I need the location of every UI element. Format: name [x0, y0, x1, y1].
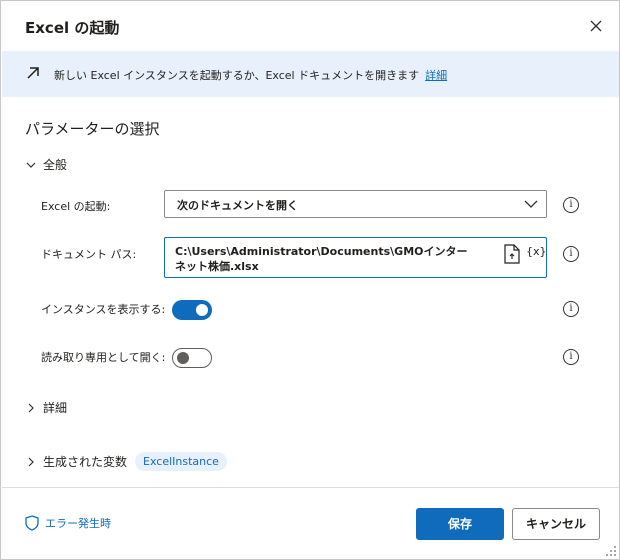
arrow-up-right-icon	[27, 67, 39, 79]
chevron-down-icon	[524, 200, 538, 208]
readonly-label: 読み取り専用として開く:	[41, 351, 166, 364]
launch-excel-value: 次のドキュメントを開く	[177, 199, 298, 212]
cancel-button[interactable]: キャンセル	[512, 508, 600, 540]
save-button[interactable]: 保存	[416, 508, 504, 540]
launch-excel-info-icon[interactable]: i	[563, 197, 579, 213]
launch-excel-dropdown[interactable]: 次のドキュメントを開く	[164, 190, 547, 218]
document-path-value: C:\Users\Administrator\Documents\GMOインター…	[175, 245, 468, 273]
on-error-link[interactable]: エラー発生時	[25, 515, 111, 531]
toggle-knob	[196, 304, 208, 316]
file-icon	[504, 244, 520, 264]
document-path-label: ドキュメント パス:	[41, 248, 137, 261]
chevron-down-icon	[26, 162, 36, 168]
info-text: 新しい Excel インスタンスを起動するか、Excel ドキュメントを開きます…	[54, 67, 447, 83]
close-icon	[590, 20, 602, 32]
variable-pill[interactable]: ExcelInstance	[135, 452, 227, 471]
shield-icon	[25, 515, 39, 531]
readonly-toggle[interactable]	[172, 348, 212, 368]
learn-more-link[interactable]: 詳細	[425, 69, 447, 82]
show-instance-toggle[interactable]	[172, 300, 212, 320]
group-variables-toggle[interactable]: 生成された変数 ExcelInstance	[25, 452, 227, 471]
show-instance-label: インスタンスを表示する:	[41, 303, 166, 316]
close-button[interactable]	[585, 15, 607, 37]
chevron-right-icon	[28, 403, 34, 412]
chevron-right-icon	[28, 457, 34, 466]
launch-excel-label: Excel の起動:	[41, 200, 111, 213]
parameters-heading: パラメーターの選択	[25, 120, 160, 138]
info-description: 新しい Excel インスタンスを起動するか、Excel ドキュメントを開きます	[54, 69, 420, 82]
resize-grip-icon[interactable]	[605, 545, 617, 557]
group-details-toggle[interactable]: 詳細	[25, 399, 67, 416]
on-error-label: エラー発生時	[45, 517, 111, 530]
insert-variable-button[interactable]: {x}	[526, 245, 547, 258]
toggle-knob	[177, 352, 189, 364]
dialog-title: Excel の起動	[25, 19, 120, 37]
group-details-label: 詳細	[43, 401, 68, 415]
document-path-info-icon[interactable]: i	[563, 246, 579, 262]
group-variables-label: 生成された変数	[43, 455, 128, 469]
readonly-info-icon[interactable]: i	[563, 349, 579, 365]
info-bar: 新しい Excel インスタンスを起動するか、Excel ドキュメントを開きます…	[2, 51, 619, 97]
document-path-input[interactable]: C:\Users\Administrator\Documents\GMOインター…	[164, 237, 547, 278]
browse-file-button[interactable]	[502, 243, 522, 265]
group-general-label: 全般	[43, 158, 68, 172]
group-general-toggle[interactable]: 全般	[25, 156, 67, 173]
show-instance-info-icon[interactable]: i	[563, 301, 579, 317]
launch-excel-dialog: Excel の起動 新しい Excel インスタンスを起動するか、Excel ド…	[0, 0, 620, 560]
footer-divider	[2, 487, 619, 488]
